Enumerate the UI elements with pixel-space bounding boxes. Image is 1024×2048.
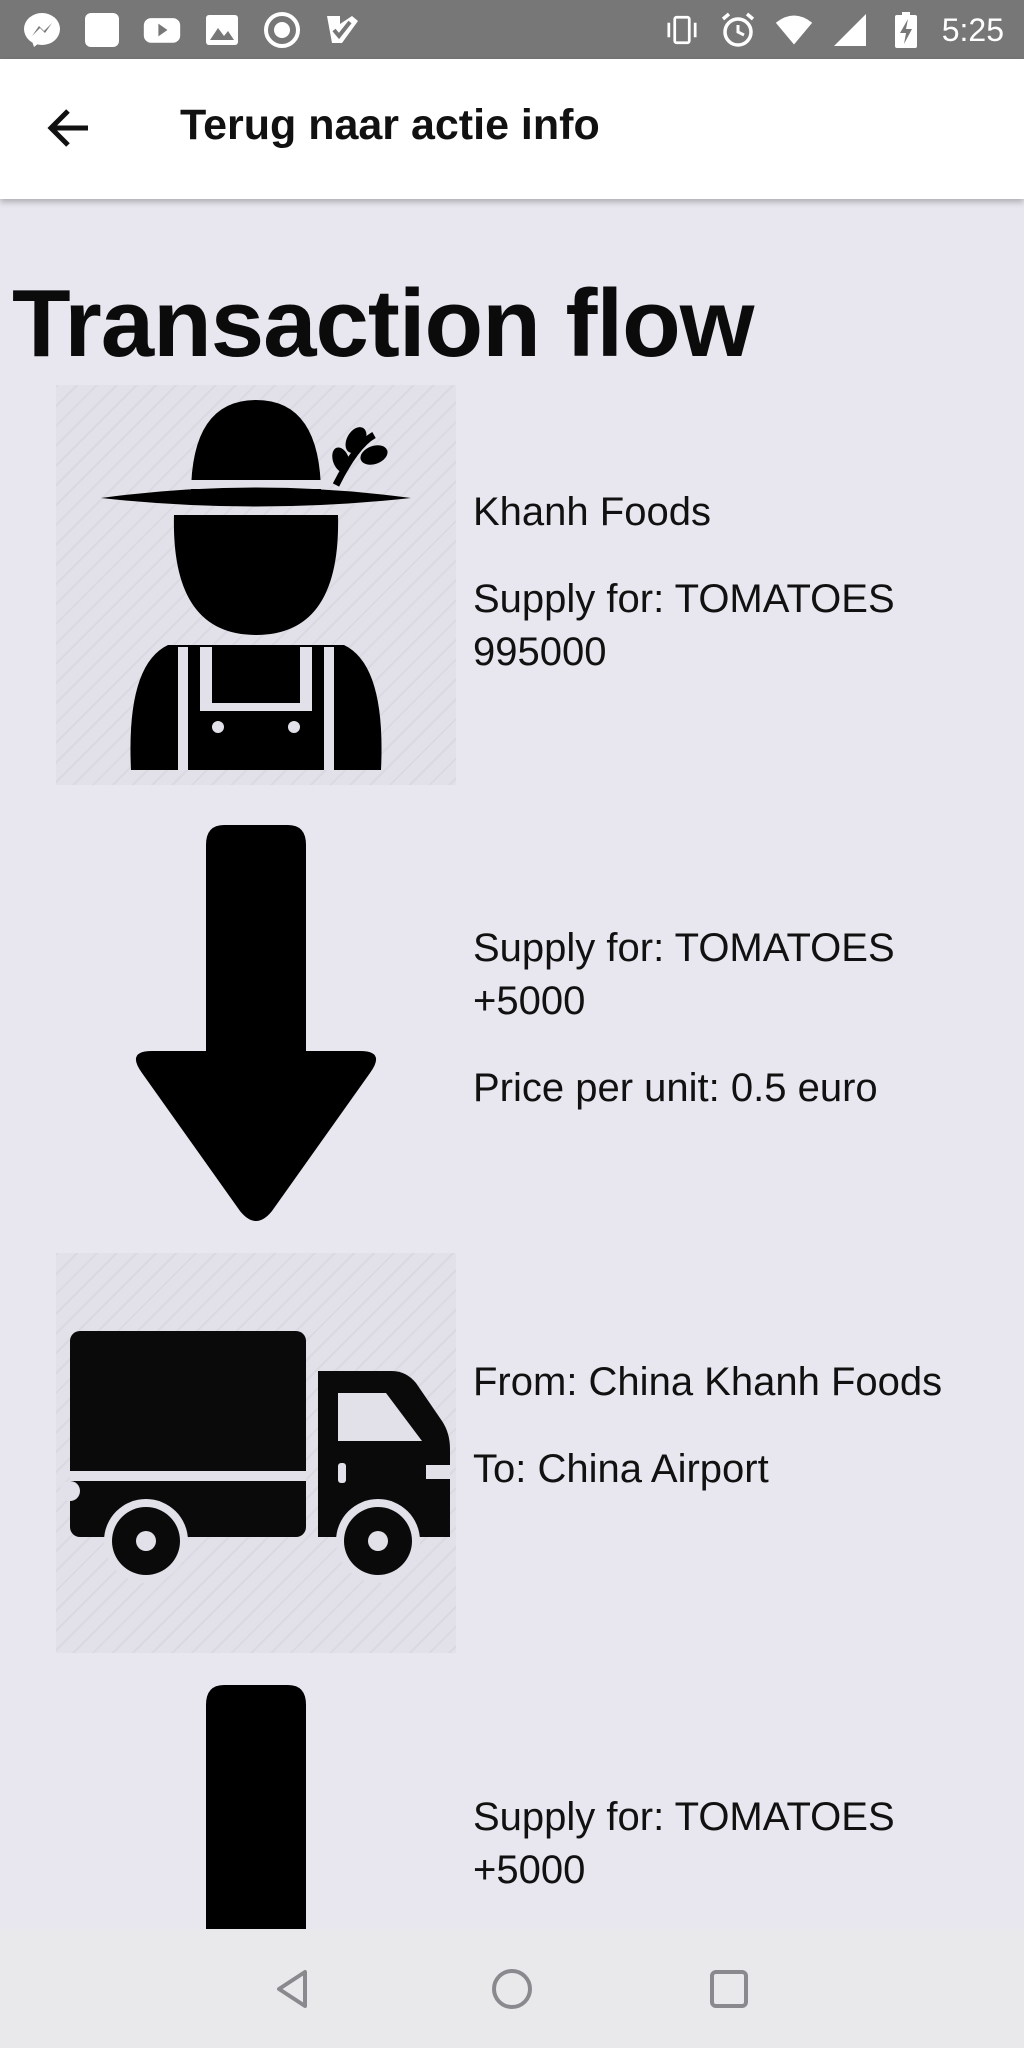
app-bar: Terug naar actie info (0, 59, 1024, 199)
navigation-bar (0, 1929, 1024, 2048)
gallery-icon (202, 10, 242, 50)
back-triangle-icon (277, 1970, 307, 2008)
farmer-tile (56, 385, 456, 785)
home-circle-icon (492, 1969, 532, 2009)
notification-icons (22, 10, 362, 50)
flow-step-3-text: From: China Khanh Foods To: China Airpor… (473, 1356, 993, 1530)
flow-step-2-line-1: Supply for: TOMATOES +5000 (473, 926, 895, 1023)
arrow-down-icon (135, 825, 377, 1221)
back-button[interactable] (38, 99, 100, 161)
flow-step-4-text: Supply for: TOMATOES +5000 (473, 1791, 993, 1929)
flow-step-2-text: Supply for: TOMATOES +5000 Price per uni… (473, 922, 993, 1149)
arrow-down-icon (206, 1685, 306, 1929)
clock: 5:25 (941, 12, 1004, 48)
flow-step-3-line-2: To: China Airport (473, 1447, 769, 1491)
nav-recents-button[interactable] (699, 1959, 759, 2019)
truck-tile (56, 1253, 456, 1653)
arrow-tile-1 (56, 811, 456, 1231)
farmer-icon (101, 400, 411, 770)
flow-step-3-line-1: From: China Khanh Foods (473, 1360, 943, 1404)
system-icons: 5:25 (662, 8, 1004, 52)
battery-charging-icon (886, 10, 926, 50)
arrow-tile-2 (56, 1683, 456, 1929)
nav-back-button[interactable] (263, 1959, 323, 2019)
truck-icon (60, 1331, 450, 1583)
app-bar-title: Terug naar actie info (180, 101, 600, 149)
flow-step-1-line-1: Khanh Foods (473, 490, 711, 534)
recents-square-icon (710, 1970, 748, 2008)
page-title: Transaction flow (12, 270, 754, 377)
checkmark-app-icon (322, 10, 362, 50)
transaction-flow-content: Transaction flow Khanh Foods Supply for:… (0, 199, 1024, 1929)
arrow-left-icon (46, 105, 92, 156)
flow-step-4-line-1: Supply for: TOMATOES +5000 (473, 1795, 895, 1892)
wifi-icon (774, 10, 814, 50)
status-bar: 5:25 (0, 0, 1024, 59)
flow-step-2-line-2: Price per unit: 0.5 euro (473, 1066, 878, 1110)
flow-step-1-text: Khanh Foods Supply for: TOMATOES 995000 (473, 486, 993, 713)
signal-icon (830, 10, 870, 50)
record-icon (262, 10, 302, 50)
flow-step-1-line-2: Supply for: TOMATOES 995000 (473, 577, 895, 674)
messenger-icon (22, 10, 62, 50)
vibrate-icon (662, 10, 702, 50)
square-app-icon (82, 10, 122, 50)
youtube-icon (142, 10, 182, 50)
nav-home-button[interactable] (482, 1959, 542, 2019)
alarm-icon (718, 10, 758, 50)
